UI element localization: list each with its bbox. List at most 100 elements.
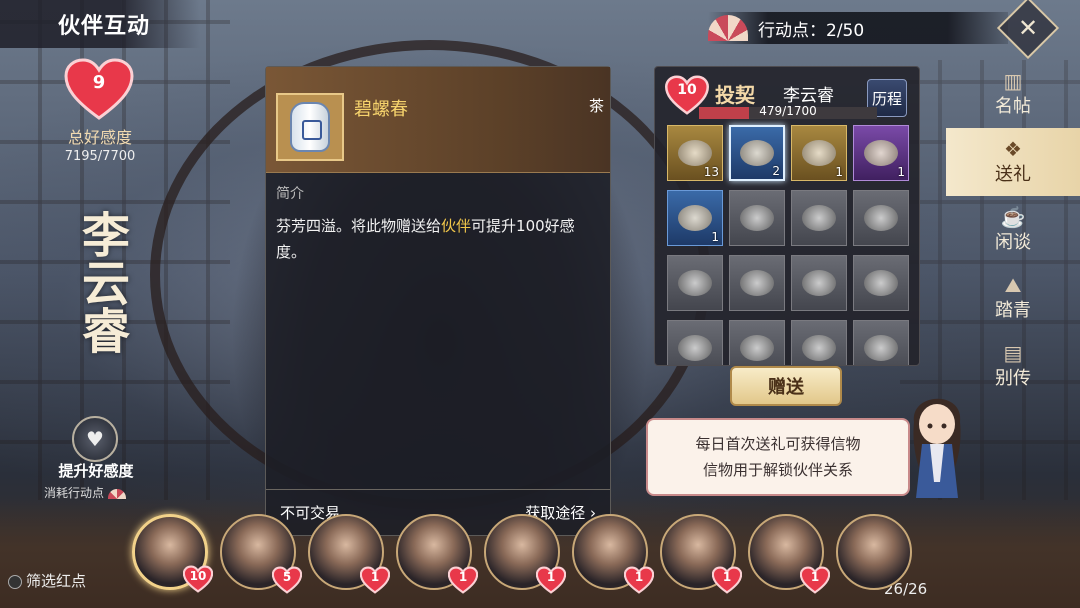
- portrait-level: 1: [722, 570, 732, 584]
- tea-jar-icon: [276, 93, 344, 161]
- gift-item-slot[interactable]: [791, 255, 847, 311]
- sidebar-item-2[interactable]: ☕ 闲谈: [946, 196, 1080, 264]
- gift-item-slot[interactable]: [729, 255, 785, 311]
- tip-line-1: 每日首次送礼可获得信物: [695, 435, 861, 453]
- character-portrait[interactable]: 1: [660, 514, 743, 594]
- desc-highlight: 伙伴: [441, 217, 472, 235]
- give-gift-button[interactable]: 赠送: [730, 366, 842, 406]
- dish-icon: [864, 205, 898, 231]
- affinity-label: 总好感度: [67, 128, 132, 147]
- affinity-heart-icon: 9: [64, 58, 134, 120]
- scroll-icon: [864, 335, 898, 361]
- herb-icon: [864, 140, 898, 166]
- portrait-level: 1: [546, 570, 556, 584]
- tea-jar-icon: [740, 140, 774, 166]
- character-portrait[interactable]: 1: [308, 514, 391, 594]
- card-icon: ▥: [1003, 69, 1023, 93]
- gift-item-slot[interactable]: 13: [667, 125, 723, 181]
- gift-item-slot[interactable]: 2: [729, 125, 785, 181]
- plate-icon: [678, 270, 712, 296]
- portrait-level: 5: [282, 570, 292, 584]
- character-portrait[interactable]: 10: [132, 514, 214, 593]
- portrait-heart-icon: 1: [447, 566, 479, 594]
- sidebar-item-label: 送礼: [995, 164, 1031, 185]
- item-type: 茶: [588, 97, 604, 115]
- sidebar-item-label: 闲谈: [995, 232, 1031, 253]
- filter-label: 筛选红点: [26, 572, 87, 590]
- item-detail-panel: 碧螺春 茶 简介 芬芳四溢。将此物赠送给伙伴可提升100好感度。 不可交易 获取…: [265, 66, 611, 536]
- portrait-heart-icon: 1: [535, 566, 567, 594]
- gift-item-slot[interactable]: [791, 320, 847, 365]
- character-portrait[interactable]: 1: [572, 514, 655, 594]
- plate-icon: [802, 205, 836, 231]
- portrait-level: 1: [634, 570, 644, 584]
- fan-icon: [107, 488, 126, 499]
- portrait-level: 10: [189, 569, 207, 583]
- sidebar-item-0[interactable]: ▥ 名帖: [946, 60, 1080, 128]
- relation-level: 10: [677, 82, 697, 98]
- gift-panel: 10 投契 李云睿 历程 479/1700 13 2 1 1 1: [654, 66, 920, 366]
- portrait-level: 1: [370, 570, 380, 584]
- gift-icon: ❖: [1004, 137, 1022, 161]
- character-portrait[interactable]: 1: [396, 514, 479, 594]
- character-portrait[interactable]: 1: [484, 514, 567, 594]
- item-detail-header: 碧螺春 茶: [266, 67, 610, 173]
- affinity-level: 9: [92, 72, 106, 93]
- section-title: 简介: [276, 186, 304, 202]
- gift-item-slot[interactable]: 1: [853, 125, 909, 181]
- relation-progress-text: 479/1700: [759, 104, 817, 118]
- tip-bubble: 每日首次送礼可获得信物 信物用于解锁伙伴关系: [646, 418, 910, 496]
- gift-grid: 13 2 1 1 1: [667, 125, 909, 365]
- portrait-heart-icon: 1: [799, 566, 831, 594]
- gift-item-slot[interactable]: [729, 190, 785, 246]
- sidebar-item-label: 名帖: [995, 96, 1031, 117]
- gift-item-slot[interactable]: [667, 320, 723, 365]
- gift-item-slot[interactable]: [853, 190, 909, 246]
- gift-panel-header: 10 投契 李云睿 历程 479/1700: [655, 67, 919, 119]
- item-name: 碧螺春: [354, 99, 408, 120]
- fruit-icon: [678, 335, 712, 361]
- item-count: 13: [703, 165, 719, 179]
- filter-red-dot-toggle[interactable]: 筛选红点: [8, 570, 86, 591]
- character-portrait[interactable]: 5: [220, 514, 303, 594]
- title-bar: 伙伴互动: [0, 0, 200, 48]
- gift-item-slot[interactable]: [729, 320, 785, 365]
- heart-hand-icon: ♥: [86, 427, 104, 451]
- sidebar-item-label: 别传: [995, 368, 1031, 389]
- page-title: 伙伴互动: [58, 13, 151, 39]
- gift-item-slot[interactable]: [667, 255, 723, 311]
- fan-icon: [708, 15, 748, 41]
- sidebar-item-3[interactable]: ⛰ 踏青: [946, 264, 1080, 332]
- gift-item-slot[interactable]: 1: [791, 125, 847, 181]
- bowl-icon: [740, 335, 774, 361]
- desc-text: 芬芳四溢。将此物赠送给: [276, 217, 442, 235]
- gift-item-slot[interactable]: [853, 320, 909, 365]
- portrait-heart-icon: 1: [711, 566, 743, 594]
- close-icon: ✕: [1017, 13, 1039, 42]
- portrait-level: 1: [810, 570, 820, 584]
- boost-affinity-button[interactable]: ♥: [72, 416, 118, 462]
- gift-item-slot[interactable]: [853, 255, 909, 311]
- character-portrait[interactable]: [836, 514, 912, 590]
- character-portrait[interactable]: 1: [748, 514, 831, 594]
- portrait-heart-icon: 1: [359, 566, 391, 594]
- gift-item-slot[interactable]: [791, 190, 847, 246]
- ornament-icon: [740, 270, 774, 296]
- gift-item-slot[interactable]: 1: [667, 190, 723, 246]
- mountain-icon: ⛰: [1004, 273, 1022, 297]
- portrait-heart-icon: 10: [182, 565, 214, 593]
- action-points-text: 行动点：2/50: [758, 20, 865, 41]
- sidebar-item-label: 踏青: [995, 300, 1031, 321]
- item-count: 2: [772, 164, 780, 178]
- item-description: 芬芳四溢。将此物赠送给伙伴可提升100好感度。: [266, 213, 610, 265]
- affinity-value: 7195/7700: [64, 149, 136, 164]
- portrait-heart-icon: 5: [271, 566, 303, 594]
- ornament-icon: [864, 270, 898, 296]
- character-name-text: 李云睿: [73, 210, 129, 354]
- sidebar-item-4[interactable]: ▤ 别传: [946, 332, 1080, 400]
- scroll-icon: [740, 205, 774, 231]
- checkbox-icon: [8, 574, 22, 589]
- dish-icon: [678, 205, 712, 231]
- sidebar-item-1[interactable]: ❖ 送礼: [946, 128, 1080, 196]
- right-sidebar: ▥ 名帖 ❖ 送礼 ☕ 闲谈 ⛰ 踏青 ▤ 别传: [946, 60, 1080, 420]
